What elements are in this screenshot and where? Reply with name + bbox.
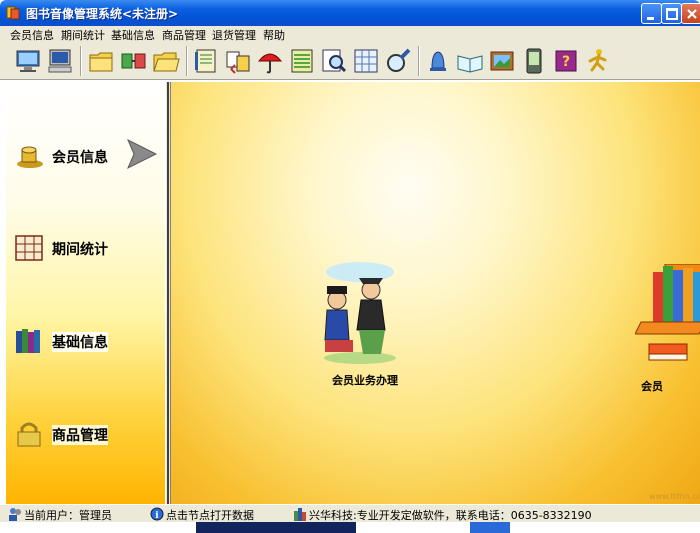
- toolbar: ?: [0, 42, 700, 80]
- watermark: www.ttfnn.com: [649, 492, 700, 501]
- maximize-button[interactable]: [661, 3, 682, 24]
- maximize-icon: [666, 8, 678, 20]
- svg-text:i: i: [155, 511, 159, 521]
- folder-open-icon: [153, 52, 180, 72]
- toolbar-button-exit[interactable]: [582, 45, 614, 77]
- exit-runner-icon: [588, 49, 607, 72]
- menu-period-stats[interactable]: 期间统计: [61, 27, 105, 43]
- users-icon: [9, 508, 21, 521]
- picture-icon: [490, 51, 514, 71]
- computer-icon: [48, 49, 72, 73]
- toolbar-button-search-document[interactable]: [318, 45, 350, 77]
- minimize-icon: [647, 17, 654, 20]
- taskbar-segment: [470, 522, 510, 533]
- grid-icon: [354, 49, 378, 73]
- toolbar-button-pda[interactable]: [518, 45, 550, 77]
- sidebar: 会员信息 期间统计 基础信息 商品管理: [6, 82, 165, 504]
- member-business-item[interactable]: 会员业务办理: [311, 260, 411, 387]
- toolbar-button-grid[interactable]: [350, 45, 382, 77]
- toolbar-separator: [418, 46, 420, 76]
- toolbar-button-book[interactable]: [454, 45, 486, 77]
- toolbar-button-notebook[interactable]: [190, 45, 222, 77]
- member-item[interactable]: 会员: [635, 264, 700, 394]
- open-book-icon: [457, 55, 483, 73]
- title-bar[interactable]: 图书音像管理系统<未注册>: [0, 0, 700, 26]
- svg-text:?: ?: [562, 54, 570, 70]
- toolbar-button-folder-open[interactable]: [150, 45, 182, 77]
- status-company: 兴华科技:专业开发定做软件，联系电话：0635-8332190: [293, 507, 693, 522]
- toolbar-button-computer[interactable]: [44, 45, 76, 77]
- status-bar: 当前用户：管理员 i 点击节点打开数据 兴华科技:专业开发定做软件，联系电话：0…: [0, 504, 700, 522]
- search-lens-icon: [387, 48, 411, 72]
- sidebar-item-label: 会员信息: [52, 150, 108, 166]
- sidebar-item-label: 商品管理: [52, 425, 108, 445]
- menu-product-management[interactable]: 商品管理: [162, 27, 206, 43]
- toolbar-button-ledger[interactable]: [286, 45, 318, 77]
- close-button[interactable]: [681, 3, 700, 24]
- status-current-user: 当前用户：管理员: [8, 507, 146, 522]
- padlock-icon: [17, 422, 41, 447]
- toolbar-separator: [186, 46, 188, 76]
- toolbar-button-picture[interactable]: [486, 45, 518, 77]
- toolbar-button-network[interactable]: [118, 45, 150, 77]
- menu-returns-management[interactable]: 退货管理: [212, 27, 256, 43]
- app-icon: [6, 6, 20, 20]
- magnifier-document-icon: [322, 49, 347, 73]
- status-user-text: 当前用户：管理员: [24, 509, 112, 522]
- arrow-right-icon: [127, 138, 158, 170]
- info-icon: i: [150, 507, 164, 521]
- bell-icon: [430, 51, 446, 71]
- menu-help[interactable]: 帮助: [263, 27, 285, 43]
- minimize-button[interactable]: [641, 3, 662, 24]
- status-company-text: 兴华科技:专业开发定做软件，联系电话：0635-8332190: [309, 509, 592, 522]
- sidebar-item-label: 基础信息: [52, 332, 108, 352]
- help-book-icon: ?: [555, 50, 577, 72]
- notebook-icon: [195, 49, 216, 73]
- toolbar-button-folder[interactable]: [86, 45, 118, 77]
- folder-icon: [89, 52, 113, 72]
- toolbar-button-transfer[interactable]: [222, 45, 254, 77]
- books-icon: [16, 329, 40, 353]
- network-folder-icon: [121, 53, 146, 69]
- toolbar-button-help[interactable]: ?: [550, 45, 582, 77]
- menu-member-info[interactable]: 会员信息: [10, 27, 54, 43]
- menu-basic-info[interactable]: 基础信息: [111, 27, 155, 43]
- window-title: 图书音像管理系统<未注册>: [26, 7, 179, 21]
- books-stack-icon: [635, 264, 700, 361]
- pda-icon: [526, 48, 542, 74]
- toolbar-button-monitor[interactable]: [12, 45, 44, 77]
- taskbar-segment: [196, 522, 356, 533]
- toolbar-separator: [80, 46, 82, 76]
- company-icon: [294, 508, 306, 521]
- status-hint-text: 点击节点打开数据: [166, 509, 254, 522]
- member-label: 会员: [641, 380, 663, 393]
- grid-icon: [15, 235, 43, 261]
- toolbar-button-umbrella[interactable]: [254, 45, 286, 77]
- ledger-icon: [291, 49, 313, 73]
- transfer-icon: [226, 51, 250, 74]
- members-icon: [17, 146, 43, 168]
- status-hint: i 点击节点打开数据: [150, 507, 288, 522]
- toolbar-button-search[interactable]: [382, 45, 414, 77]
- umbrella-icon: [257, 53, 283, 74]
- main-panel: 会员业务办理 会员 www.ttfnn.com: [171, 82, 700, 504]
- sidebar-item-label: 期间统计: [52, 242, 108, 258]
- toolbar-button-bell[interactable]: [422, 45, 454, 77]
- menu-bar: 会员信息 期间统计 基础信息 商品管理 退货管理 帮助: [0, 26, 700, 42]
- people-icon: [324, 262, 396, 364]
- member-business-label: 会员业务办理: [332, 374, 398, 387]
- computer-monitor-icon: [16, 50, 40, 72]
- close-icon: [687, 9, 697, 19]
